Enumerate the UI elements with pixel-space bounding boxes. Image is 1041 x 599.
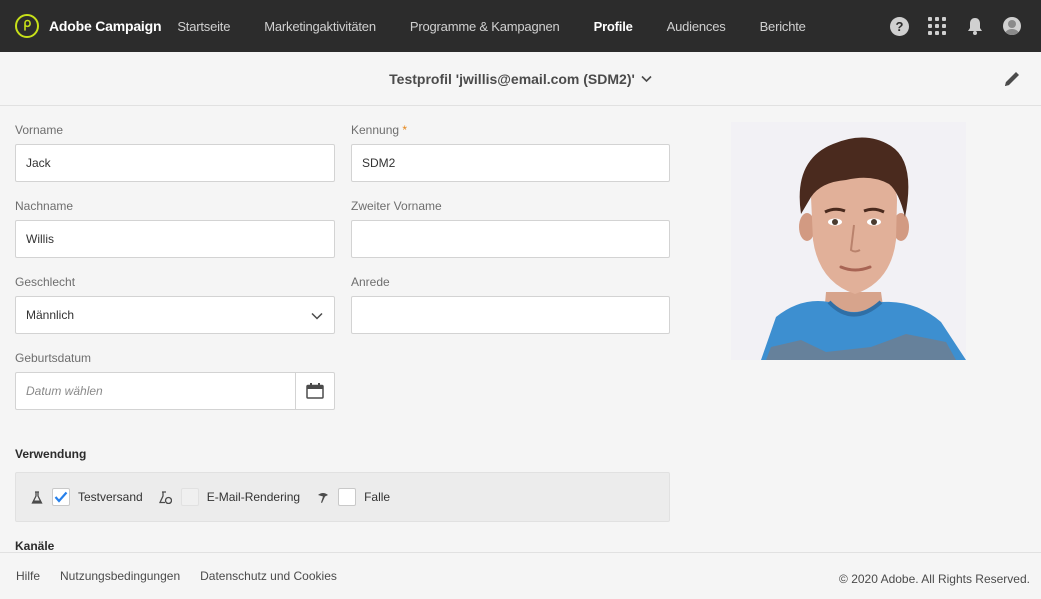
middlename-label: Zweiter Vorname [351, 199, 442, 213]
profile-title: Testprofil 'jwillis@email.com (SDM2)' [389, 70, 635, 87]
bell-icon[interactable] [965, 16, 985, 36]
channels-section-title: Kanäle [15, 539, 55, 553]
flask-icon [30, 490, 44, 504]
usage-item-email-rendering: E-Mail-Rendering [159, 488, 300, 506]
middlename-field[interactable] [351, 220, 670, 258]
profile-header: Testprofil 'jwillis@email.com (SDM2)' [0, 52, 1041, 106]
nav-item-startseite[interactable]: Startseite [177, 0, 247, 52]
usage-options: Testversand E-Mail-Rendering Falle [15, 472, 670, 522]
main-nav: Startseite Marketingaktivitäten Programm… [177, 0, 822, 52]
copyright-text: © 2020 Adobe. All Rights Reserved. [839, 572, 1030, 586]
id-label-text: Kennung [351, 123, 400, 137]
nav-item-profile[interactable]: Profile [577, 0, 650, 52]
chevron-down-icon [641, 75, 652, 82]
nav-item-audiences[interactable]: Audiences [650, 0, 743, 52]
required-mark: * [402, 123, 408, 137]
firstname-field[interactable]: Jack [15, 144, 335, 182]
birthdate-label: Geburtsdatum [15, 351, 92, 365]
birthdate-placeholder: Datum wählen [26, 384, 103, 398]
profile-title-dropdown[interactable]: Testprofil 'jwillis@email.com (SDM2)' [389, 71, 652, 87]
falle-label: Falle [364, 490, 391, 504]
id-value: SDM2 [362, 156, 396, 170]
brand[interactable]: Adobe Campaign [15, 14, 162, 38]
top-navigation-bar: Adobe Campaign Startseite Marketingaktiv… [0, 0, 1041, 52]
apps-grid-icon[interactable] [927, 16, 947, 36]
footer: Hilfe Nutzungsbedingungen Datenschutz un… [0, 552, 1041, 599]
usage-item-falle: Falle [316, 488, 390, 506]
flask-email-icon [159, 490, 173, 504]
gender-label: Geschlecht [15, 275, 76, 289]
trap-icon [316, 490, 330, 504]
lastname-value: Willis [26, 232, 54, 246]
usage-item-testversand: Testversand [30, 488, 143, 506]
salutation-field[interactable] [351, 296, 670, 334]
user-avatar-icon[interactable] [1003, 17, 1021, 35]
footer-link-terms[interactable]: Nutzungsbedingungen [60, 569, 180, 583]
footer-link-help[interactable]: Hilfe [16, 569, 40, 583]
nav-item-berichte[interactable]: Berichte [743, 0, 823, 52]
calendar-icon [306, 383, 324, 399]
salutation-label: Anrede [351, 275, 390, 289]
testversand-checkbox[interactable] [52, 488, 70, 506]
firstname-value: Jack [26, 156, 51, 170]
email-rendering-label: E-Mail-Rendering [206, 490, 301, 504]
falle-checkbox[interactable] [338, 488, 357, 506]
brand-name: Adobe Campaign [49, 18, 162, 34]
id-label: Kennung * [351, 123, 407, 137]
pencil-icon[interactable] [1001, 68, 1023, 90]
help-icon[interactable]: ? [890, 16, 909, 36]
gender-select[interactable]: Männlich [15, 296, 335, 334]
calendar-button[interactable] [295, 373, 334, 409]
gender-value: Männlich [26, 308, 75, 322]
lastname-label: Nachname [15, 199, 74, 213]
firstname-label: Vorname [15, 123, 64, 137]
adobe-campaign-logo-icon [15, 14, 39, 38]
email-rendering-checkbox[interactable] [180, 488, 199, 506]
usage-section-title: Verwendung [15, 447, 87, 461]
nav-item-marketingaktivitaeten[interactable]: Marketingaktivitäten [247, 0, 393, 52]
id-field[interactable]: SDM2 [351, 144, 670, 182]
nav-item-programme-kampagnen[interactable]: Programme & Kampagnen [393, 0, 577, 52]
footer-link-privacy[interactable]: Datenschutz und Cookies [200, 569, 337, 583]
chevron-down-icon [311, 312, 323, 320]
testversand-label: Testversand [78, 490, 143, 504]
lastname-field[interactable]: Willis [15, 220, 335, 258]
birthdate-field[interactable]: Datum wählen [15, 372, 335, 410]
profile-photo [731, 122, 966, 360]
